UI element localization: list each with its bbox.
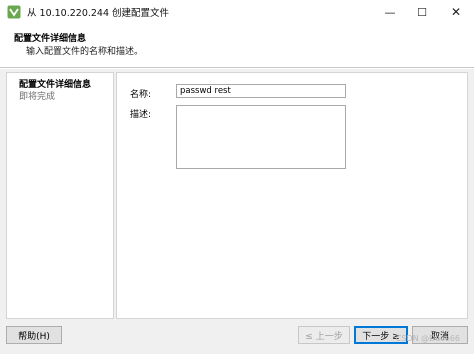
- watermark: CSDN @Dave66: [395, 334, 460, 343]
- description-field[interactable]: [176, 105, 346, 169]
- wizard-header: 配置文件详细信息 输入配置文件的名称和描述。: [0, 24, 474, 68]
- description-label: 描述:: [130, 110, 152, 120]
- back-button[interactable]: ≤ 上一步: [298, 326, 350, 344]
- close-button[interactable]: ✕: [438, 0, 474, 24]
- vsphere-logo-icon: [7, 5, 21, 19]
- create-profile-window: 从 10.10.220.244 创建配置文件 — ☐ ✕ 配置文件详细信息 输入…: [0, 0, 474, 354]
- title-bar[interactable]: 从 10.10.220.244 创建配置文件 — ☐ ✕: [0, 0, 474, 24]
- page-subtitle: 输入配置文件的名称和描述。: [26, 47, 144, 57]
- minimize-button[interactable]: —: [374, 0, 406, 24]
- maximize-button[interactable]: ☐: [406, 0, 438, 24]
- step-ready-to-complete: 即将完成: [19, 92, 56, 102]
- name-field[interactable]: [176, 84, 346, 98]
- name-label: 名称:: [130, 90, 152, 100]
- window-title: 从 10.10.220.244 创建配置文件: [27, 8, 170, 19]
- help-button[interactable]: 帮助(H): [6, 326, 62, 344]
- wizard-body: 配置文件详细信息 即将完成 名称: 描述:: [0, 69, 474, 319]
- window-controls: — ☐ ✕: [374, 0, 474, 24]
- wizard-content-panel: 名称: 描述:: [116, 72, 468, 319]
- page-title: 配置文件详细信息: [14, 34, 87, 44]
- wizard-steps-panel: 配置文件详细信息 即将完成: [6, 72, 114, 319]
